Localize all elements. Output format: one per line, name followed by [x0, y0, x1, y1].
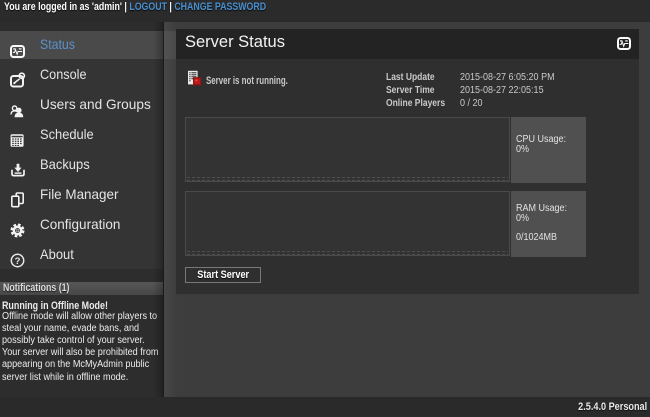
svg-text:?: ?	[15, 256, 21, 267]
